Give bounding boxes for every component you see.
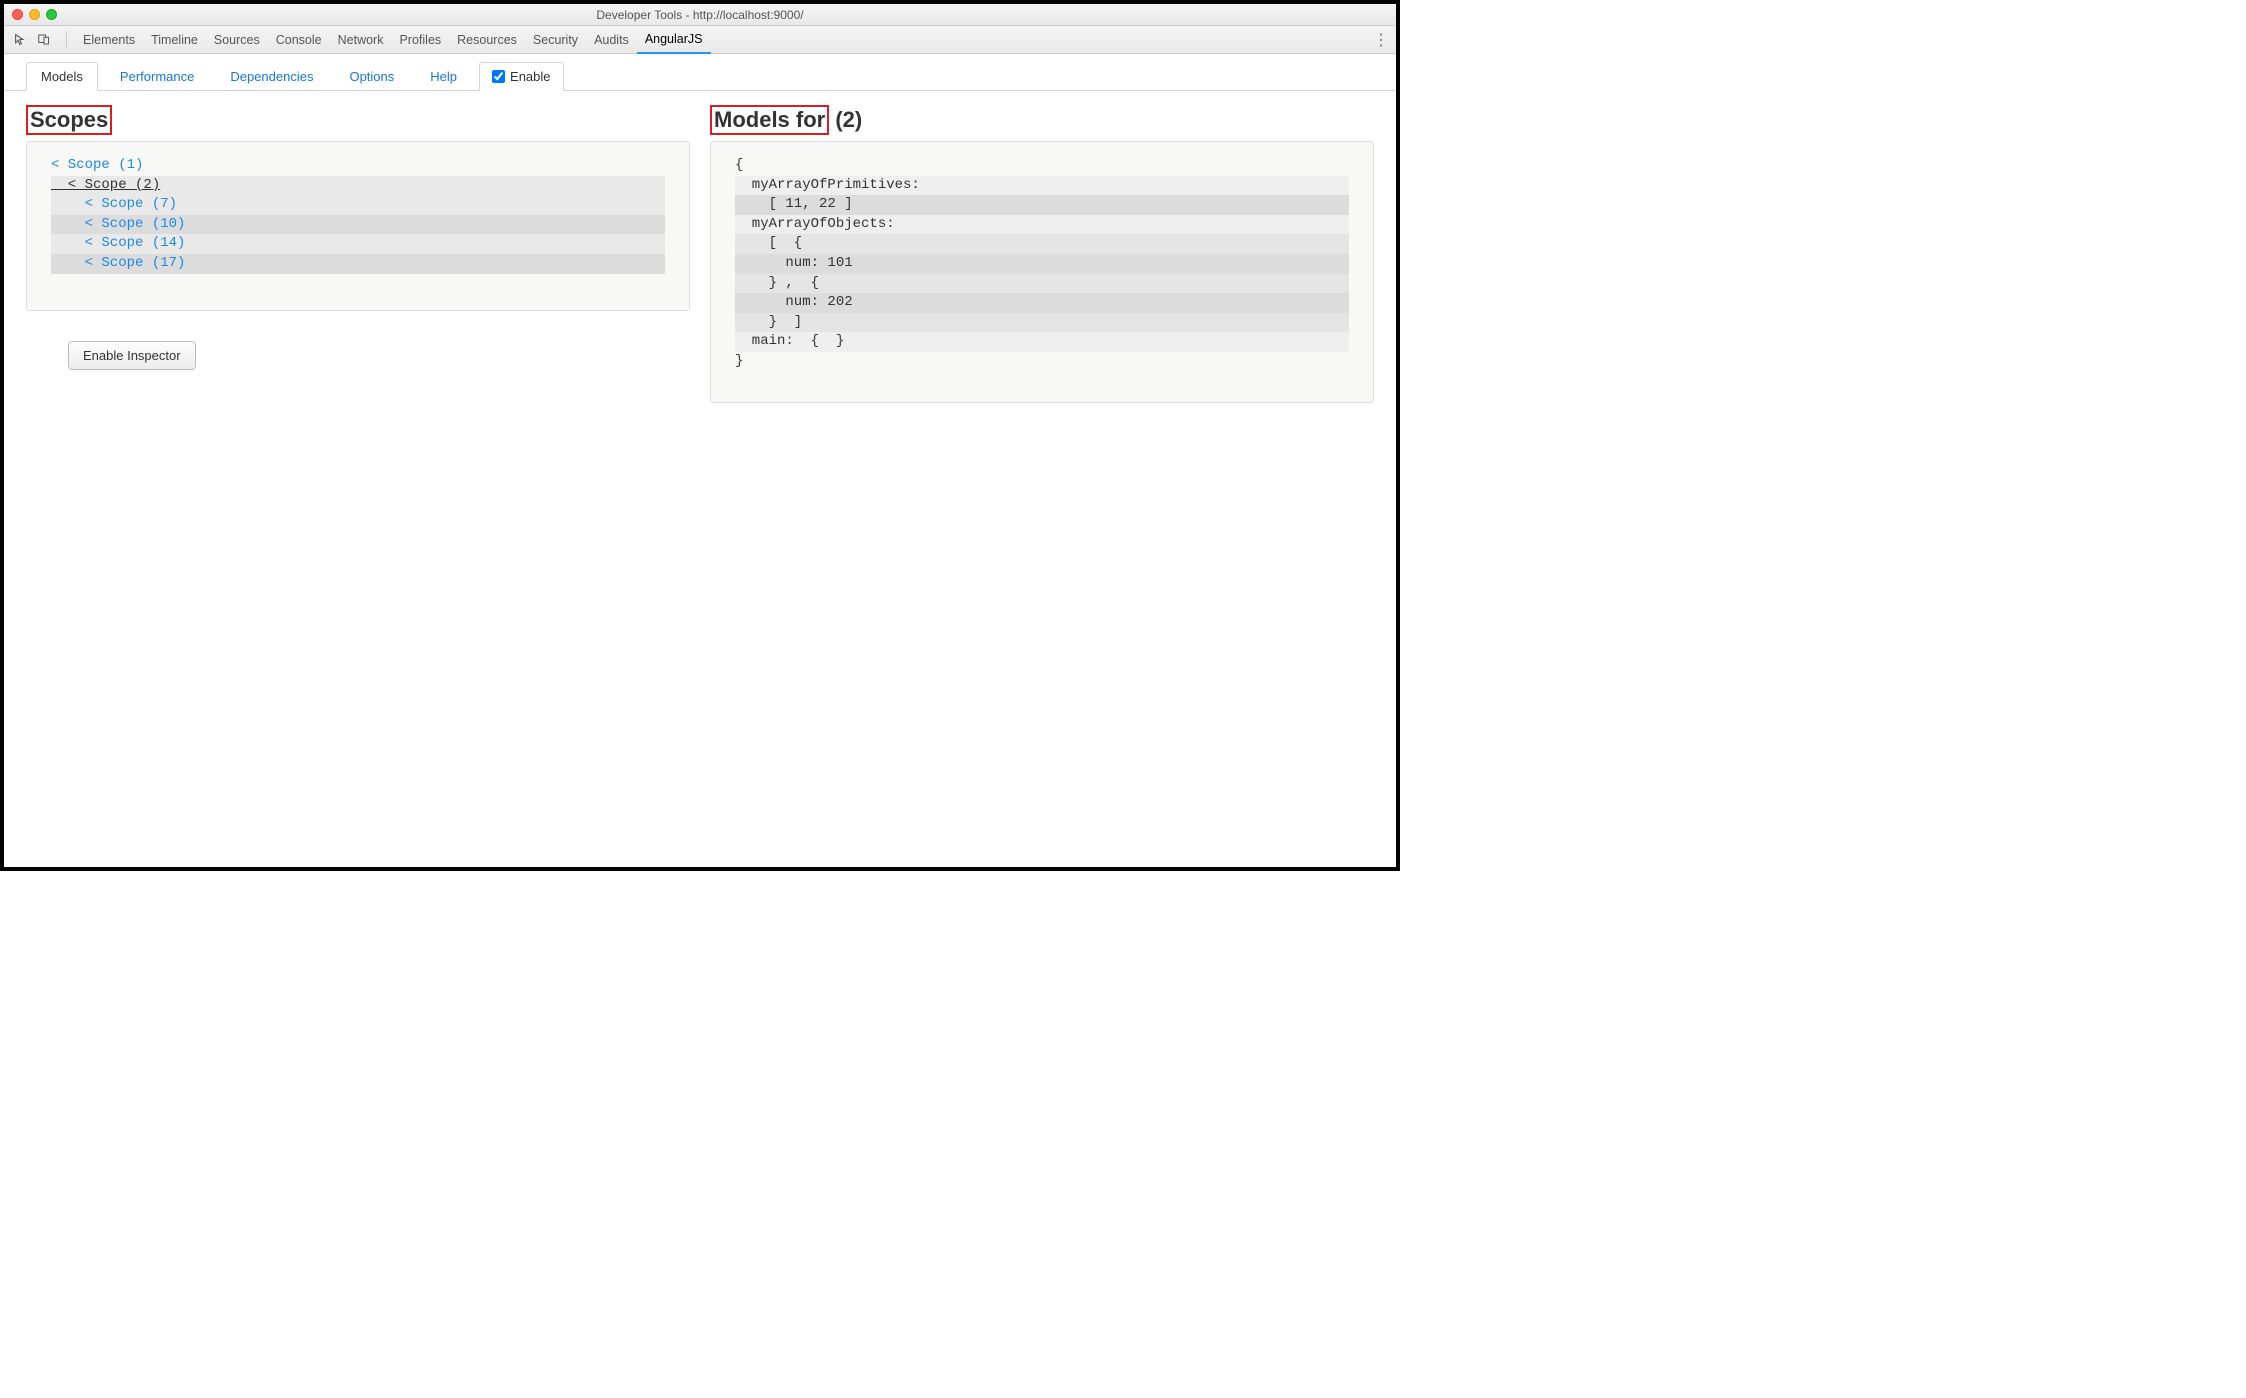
scopes-panel: < Scope (1) < Scope (2) < Scope (7) < Sc… — [26, 141, 690, 311]
models-title-suffix: (2) — [835, 107, 862, 132]
minimize-window-button[interactable] — [29, 9, 40, 20]
model-line: num: 101 — [735, 254, 1349, 274]
scope-row[interactable]: < Scope (2) — [51, 176, 665, 196]
models-title-prefix: Models for — [710, 105, 829, 135]
enable-checkbox[interactable] — [492, 70, 505, 83]
angularjs-subtabs: Models Performance Dependencies Options Help… — [4, 54, 1396, 91]
enable-label: Enable — [510, 69, 550, 84]
enable-container: Enable — [479, 62, 563, 91]
panel-tab-elements[interactable]: Elements — [75, 26, 143, 54]
subtab-help[interactable]: Help — [416, 63, 471, 90]
model-line: { — [735, 156, 1349, 176]
models-pane: Models for (2) { myArrayOfPrimitives: [ … — [710, 105, 1374, 403]
subtab-performance[interactable]: Performance — [106, 63, 208, 90]
model-line: } — [735, 352, 1349, 372]
enable-inspector-button[interactable]: Enable Inspector — [68, 341, 196, 370]
panel-tab-sources[interactable]: Sources — [206, 26, 268, 54]
model-line: main: { } — [735, 332, 1349, 352]
model-line: myArrayOfObjects: — [735, 215, 1349, 235]
scope-row[interactable]: < Scope (17) — [51, 254, 665, 274]
more-icon[interactable]: ⋮ — [1370, 30, 1390, 50]
device-toggle-icon[interactable] — [34, 33, 54, 46]
inspect-element-icon[interactable] — [10, 33, 30, 46]
panel-tab-console[interactable]: Console — [268, 26, 330, 54]
scope-row[interactable]: < Scope (10) — [51, 215, 665, 235]
scopes-title: Scopes — [26, 105, 112, 135]
zoom-window-button[interactable] — [46, 9, 57, 20]
model-line: myArrayOfPrimitives: — [735, 176, 1349, 196]
window-titlebar: Developer Tools - http://localhost:9000/ — [4, 4, 1396, 26]
model-line: } , { — [735, 274, 1349, 294]
subtab-options[interactable]: Options — [335, 63, 408, 90]
panel-tab-resources[interactable]: Resources — [449, 26, 525, 54]
panel-tab-angularjs[interactable]: AngularJS — [637, 26, 711, 54]
window-title: Developer Tools - http://localhost:9000/ — [4, 8, 1396, 22]
model-line: } ] — [735, 313, 1349, 333]
model-line: [ 11, 22 ] — [735, 195, 1349, 215]
subtab-models[interactable]: Models — [26, 62, 98, 91]
panel-tab-timeline[interactable]: Timeline — [143, 26, 206, 54]
scope-row[interactable]: < Scope (1) — [51, 156, 665, 176]
models-title-wrap: Models for (2) — [710, 105, 1374, 135]
model-line: num: 202 — [735, 293, 1349, 313]
panel-tab-network[interactable]: Network — [330, 26, 392, 54]
scopes-pane: Scopes < Scope (1) < Scope (2) < Scope (… — [26, 105, 690, 403]
scopes-title-wrap: Scopes — [26, 105, 690, 135]
toolbar-divider — [66, 31, 67, 49]
panel-tab-profiles[interactable]: Profiles — [391, 26, 449, 54]
panel-tab-audits[interactable]: Audits — [586, 26, 637, 54]
scope-row[interactable]: < Scope (7) — [51, 195, 665, 215]
panel-tab-security[interactable]: Security — [525, 26, 586, 54]
models-panel: { myArrayOfPrimitives: [ 11, 22 ] myArra… — [710, 141, 1374, 403]
devtools-toolbar: ElementsTimelineSourcesConsoleNetworkPro… — [4, 26, 1396, 54]
model-line: [ { — [735, 234, 1349, 254]
scope-row[interactable]: < Scope (14) — [51, 234, 665, 254]
panel-tabs: ElementsTimelineSourcesConsoleNetworkPro… — [75, 26, 711, 54]
close-window-button[interactable] — [12, 9, 23, 20]
subtab-dependencies[interactable]: Dependencies — [216, 63, 327, 90]
